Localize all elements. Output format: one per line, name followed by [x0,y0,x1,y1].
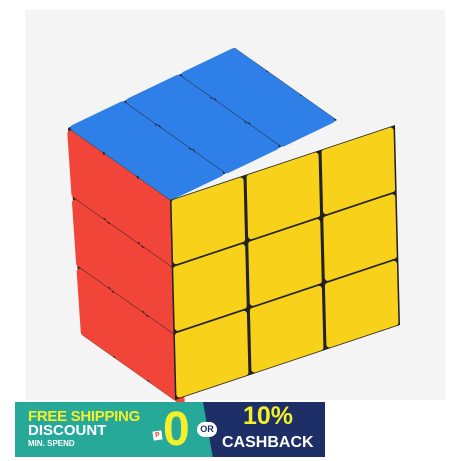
cashback-percent: 10% [243,402,294,430]
or-badge: OR [197,422,217,437]
discount-text: DISCOUNT [28,422,107,439]
cashback-text: CASHBACK [222,434,314,451]
peso-icon: P [152,430,163,441]
rubiks-cube-image [25,10,445,407]
min-spend-text: MIN. SPEND [28,439,75,448]
promo-banner: FREE SHIPPING DISCOUNT MIN. SPEND P 0 OR… [15,402,325,457]
discount-amount: 0 [163,403,190,456]
